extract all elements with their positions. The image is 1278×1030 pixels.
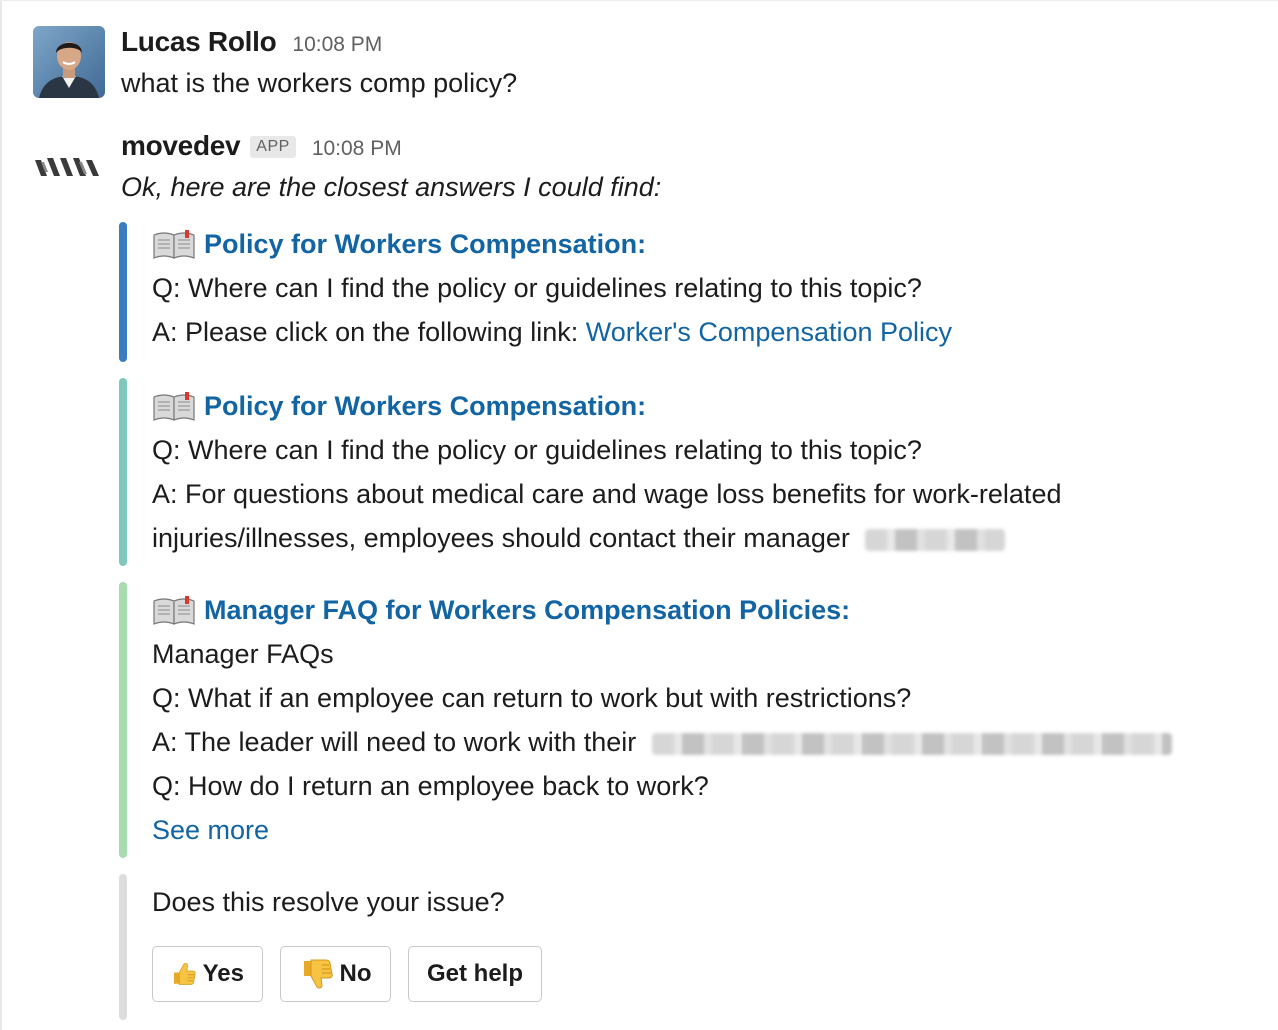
faq-question-2: Q: How do I return an employee back to w… — [152, 771, 709, 801]
get-help-button[interactable]: Get help — [408, 946, 542, 1002]
user-photo — [33, 26, 105, 98]
open-book-icon — [152, 595, 196, 625]
answer-title-line: Policy for Workers Compensation: — [152, 222, 952, 266]
yes-button[interactable]: Yes — [152, 946, 263, 1002]
feedback-question: Does this resolve your issue? — [152, 887, 505, 917]
user-message-header: Lucas Rollo 10:08 PM — [121, 26, 382, 58]
thumbs-down-icon — [303, 959, 333, 989]
bot-message-header: movedev APP 10:08 PM — [121, 130, 402, 162]
answer-question: Q: Where can I find the policy or guidel… — [152, 435, 922, 465]
attachment-color-bar — [119, 222, 127, 362]
timestamp[interactable]: 10:08 PM — [292, 33, 382, 57]
yes-label: Yes — [202, 960, 244, 987]
feedback-buttons: Yes No Get help — [152, 946, 542, 1002]
answer-card-content: Policy for Workers Compensation: Q: Wher… — [152, 222, 952, 354]
attachment-color-bar — [119, 582, 127, 858]
bot-avatar[interactable] — [33, 148, 105, 184]
faq-answer-text: A: The leader will need to work with the… — [152, 727, 637, 757]
faq-question-1: Q: What if an employee can return to wor… — [152, 683, 912, 713]
answer-card-3: Manager FAQ for Workers Compensation Pol… — [119, 582, 1259, 858]
attachment-color-bar — [119, 378, 127, 566]
bot-intro-text: Ok, here are the closest answers I could… — [121, 172, 662, 202]
answer-title-line: Manager FAQ for Workers Compensation Pol… — [152, 588, 1172, 632]
answer-text: A: Please click on the following link: W… — [152, 310, 952, 354]
answer-title-link[interactable]: Policy for Workers Compensation: — [204, 384, 646, 428]
get-help-label: Get help — [427, 960, 524, 987]
answer-text-line-1: A: For questions about medical care and … — [152, 479, 1062, 509]
faq-answer-1: A: The leader will need to work with the… — [152, 720, 1172, 764]
answer-question: Q: Where can I find the policy or guidel… — [152, 273, 922, 303]
no-label: No — [339, 960, 372, 987]
faq-heading: Manager FAQs — [152, 639, 334, 669]
attachment-color-bar — [119, 874, 127, 1020]
no-button[interactable]: No — [280, 946, 391, 1002]
policy-link[interactable]: Worker's Compensation Policy — [586, 317, 952, 347]
avatar[interactable] — [33, 26, 105, 98]
sender-name[interactable]: Lucas Rollo — [121, 26, 277, 58]
thumbs-up-icon — [174, 963, 196, 985]
answer-title-line: Policy for Workers Compensation: — [152, 384, 1061, 428]
answer-title-link[interactable]: Policy for Workers Compensation: — [204, 222, 646, 266]
movedev-logo-icon — [35, 158, 99, 176]
answer-text-2: injuries/illnesses, employees should con… — [152, 523, 850, 553]
answer-prefix: A: Please click on the following link: — [152, 317, 586, 347]
bot-name[interactable]: movedev — [121, 130, 241, 162]
timestamp[interactable]: 10:08 PM — [312, 137, 402, 161]
see-more-link[interactable]: See more — [152, 808, 1172, 852]
window-top-edge — [0, 0, 1278, 1]
answer-card-2: Policy for Workers Compensation: Q: Wher… — [119, 378, 1259, 566]
feedback-block: Does this resolve your issue? Yes No Get… — [119, 874, 1259, 1020]
answer-card-1: Policy for Workers Compensation: Q: Wher… — [119, 222, 1259, 362]
answer-title-link[interactable]: Manager FAQ for Workers Compensation Pol… — [204, 588, 850, 632]
window-left-edge — [0, 0, 2, 1030]
app-badge: APP — [250, 136, 296, 158]
open-book-icon — [152, 229, 196, 259]
redacted-text — [651, 732, 1172, 755]
feedback-content: Does this resolve your issue? Yes No Get… — [152, 880, 542, 1002]
redacted-text — [865, 528, 1006, 551]
answer-text-line-2: injuries/illnesses, employees should con… — [152, 516, 1061, 560]
message-text: what is the workers comp policy? — [121, 68, 518, 98]
open-book-icon — [152, 391, 196, 421]
answer-card-content: Policy for Workers Compensation: Q: Wher… — [152, 384, 1061, 560]
answer-card-content: Manager FAQ for Workers Compensation Pol… — [152, 588, 1172, 852]
